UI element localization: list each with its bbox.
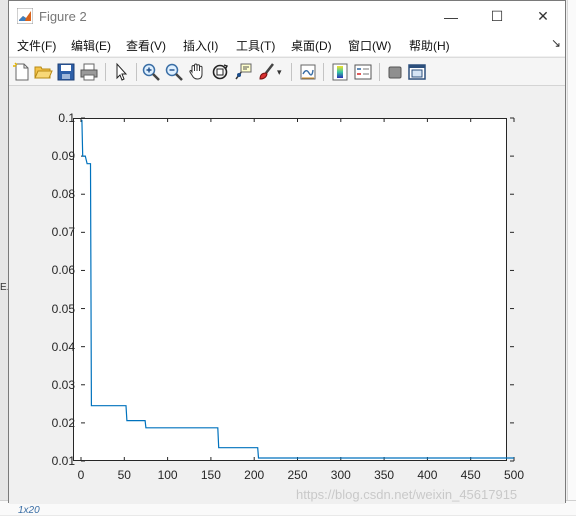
y-tick-label: 0.01 <box>51 454 75 468</box>
y-tick-label: 0.05 <box>51 301 75 316</box>
y-tick-label: 0.09 <box>51 149 75 164</box>
x-tick-label: 500 <box>503 468 525 482</box>
x-tick-label: 150 <box>200 468 221 482</box>
y-tick-label: 0.07 <box>51 225 75 240</box>
y-tick-label: 0.06 <box>51 263 75 278</box>
x-tick-label: 100 <box>157 468 178 482</box>
x-tick-label: 200 <box>244 468 265 482</box>
watermark-text: https://blog.csdn.net/weixin_45617915 <box>296 487 518 502</box>
x-tick-label: 250 <box>287 468 308 482</box>
y-tick-label: 0.02 <box>51 415 75 430</box>
x-tick-label: 400 <box>417 468 438 482</box>
line-plot <box>80 117 515 462</box>
x-tick-label: 0 <box>77 468 85 482</box>
y-tick-label: 0.08 <box>51 187 75 202</box>
y-tick-label: 0.03 <box>51 377 75 392</box>
y-tick-label: 0.1 <box>58 111 75 125</box>
y-tick-label: 0.04 <box>51 339 75 354</box>
x-tick-label: 450 <box>460 468 481 482</box>
x-tick-label: 300 <box>330 468 351 482</box>
x-tick-label: 50 <box>117 468 131 482</box>
series-line[interactable] <box>81 119 514 459</box>
x-tick-label: 350 <box>374 468 395 482</box>
